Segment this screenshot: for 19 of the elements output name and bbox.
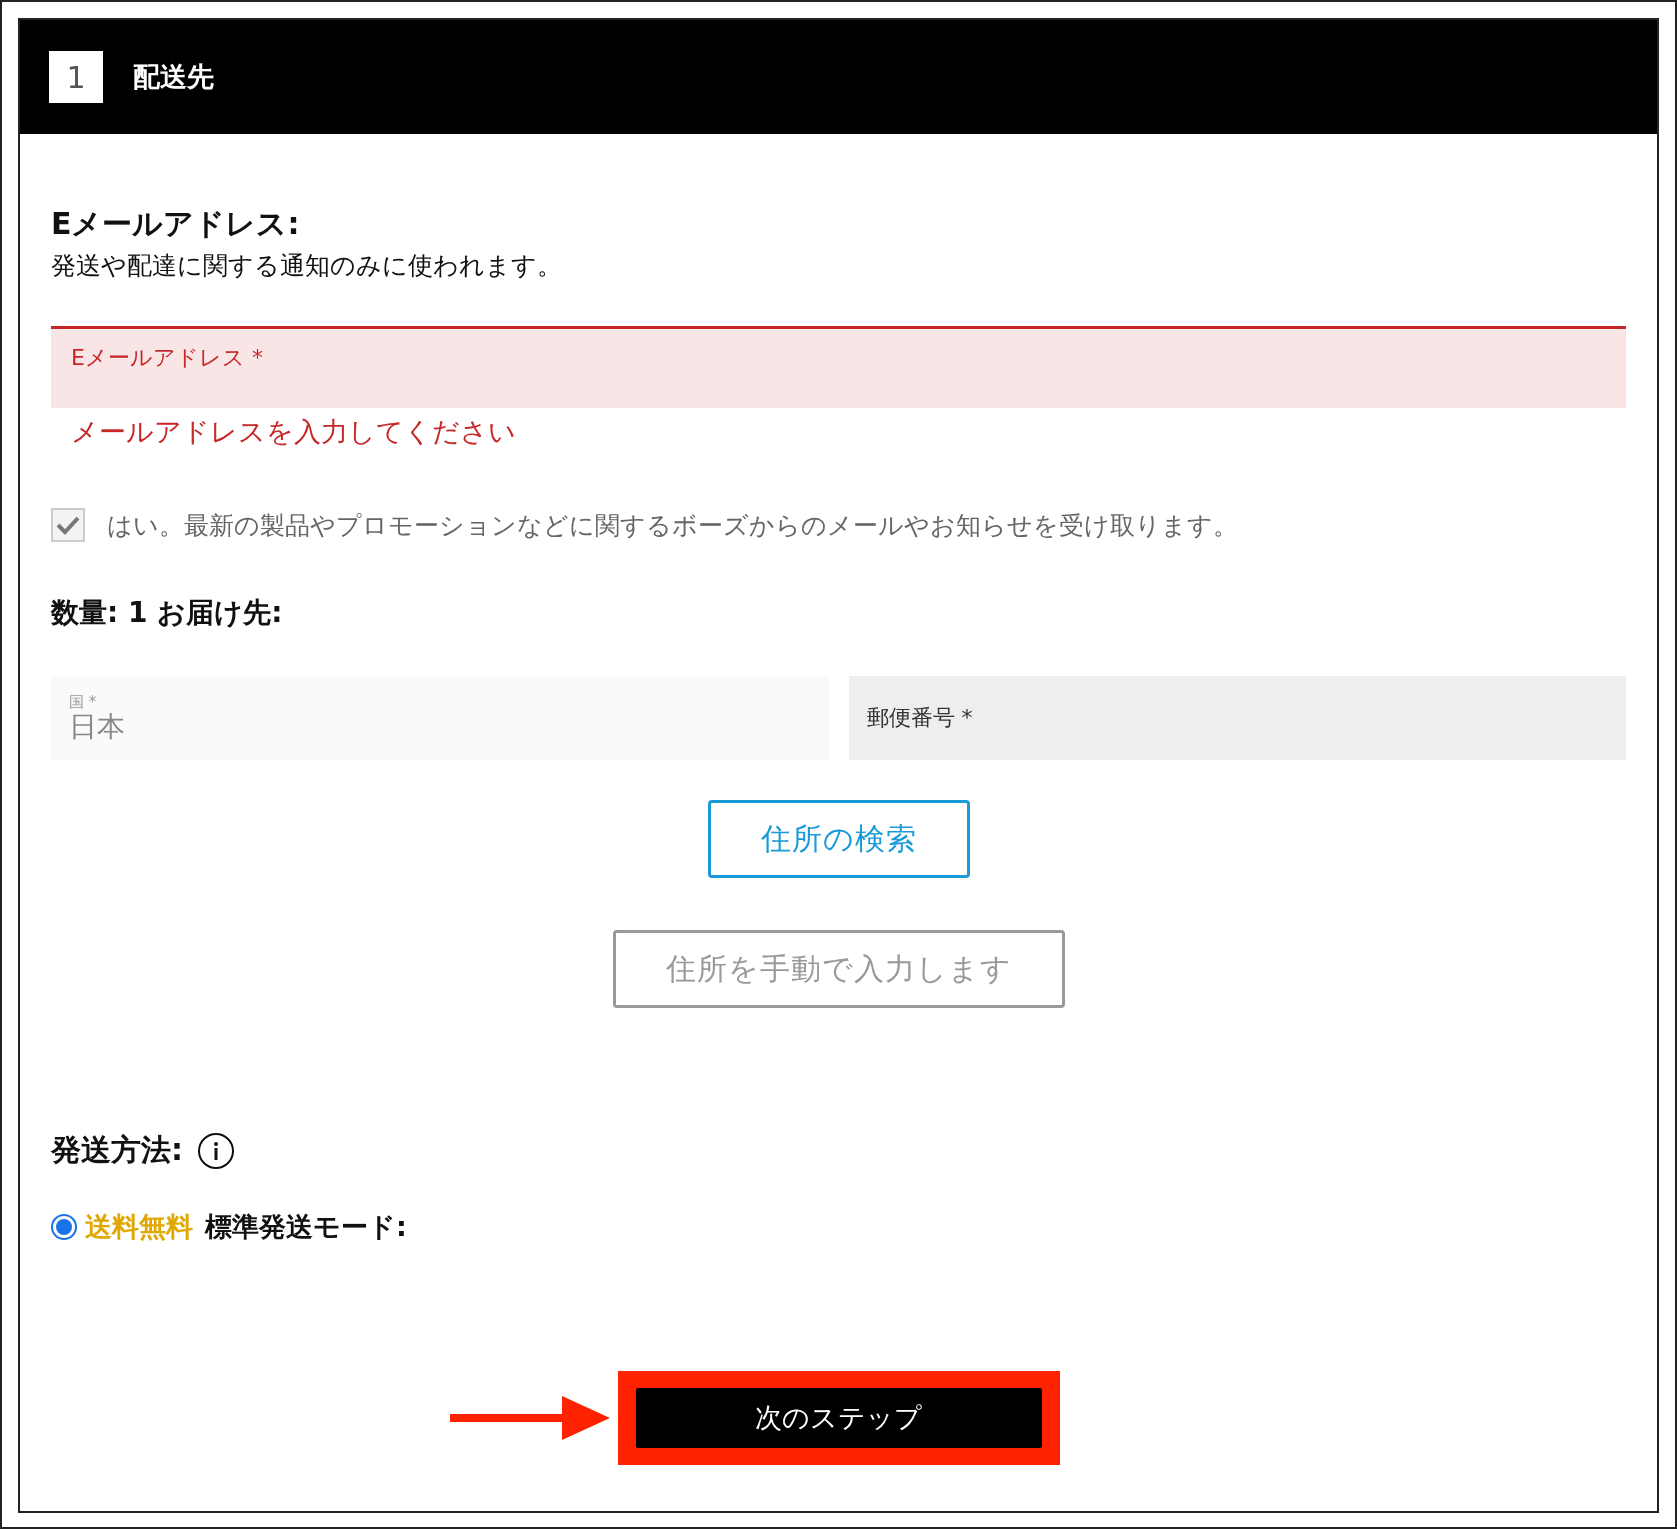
step-title: 配送先 bbox=[133, 60, 214, 94]
section-heading: 数量: 1 お届け先: bbox=[51, 595, 284, 631]
checkbox-label: はい。最新の製品やプロモーションなどに関するボーズからのメールやお知らせを受け取ります。 bbox=[107, 509, 1238, 542]
section-note: 発送や配達に関する通知のみに使われます。 bbox=[51, 250, 563, 282]
next-step-button[interactable]: 次のステップ bbox=[635, 1388, 1042, 1448]
search-button[interactable]: 住所の検索 bbox=[707, 800, 970, 878]
info-icon[interactable] bbox=[197, 1131, 235, 1170]
section-heading: Eメールアドレス: bbox=[51, 205, 301, 243]
step-number: 1 bbox=[49, 51, 103, 103]
section-heading: 発送方法: bbox=[51, 1131, 183, 1169]
checkbox[interactable] bbox=[51, 508, 85, 542]
radio-button[interactable] bbox=[51, 1214, 77, 1240]
free-shipping-label: 送料無料 bbox=[85, 1210, 193, 1244]
check-icon bbox=[56, 515, 80, 535]
manual-entry-button[interactable]: 住所を手動で入力します bbox=[612, 930, 1065, 1008]
email-field[interactable]: Eメールアドレス * bbox=[51, 326, 1626, 408]
shipping-option-label: 標準発送モード: bbox=[205, 1210, 407, 1244]
error-message: メールアドレスを入力してください bbox=[71, 415, 517, 449]
input-field[interactable]: 郵便番号 * bbox=[848, 676, 1626, 760]
